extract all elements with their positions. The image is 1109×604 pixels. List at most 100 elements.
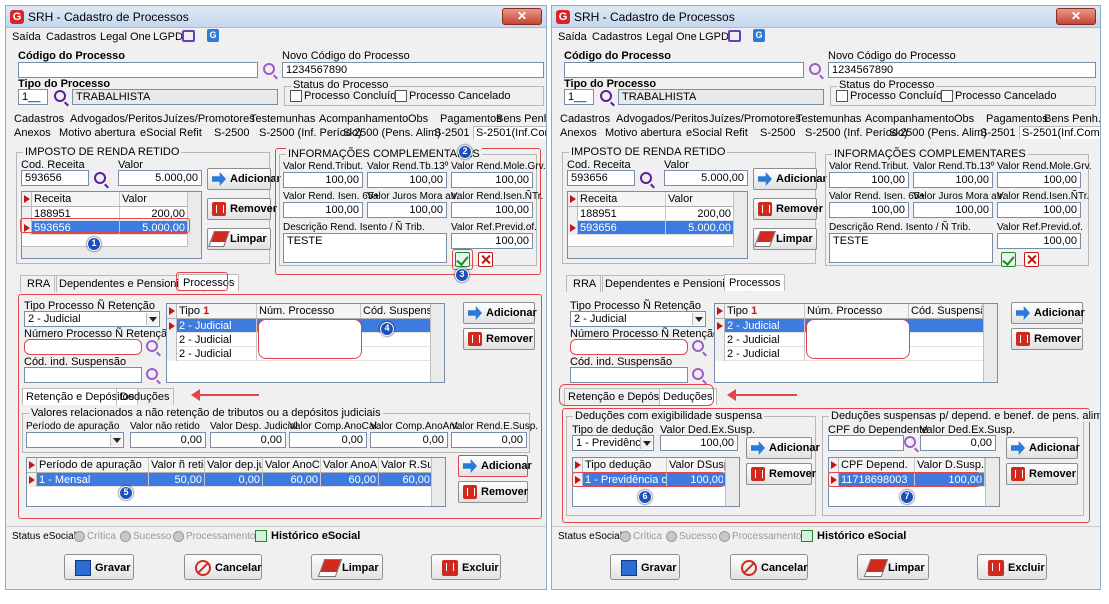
retencao-remove-button[interactable]: Remover: [458, 481, 528, 503]
tab-s2501[interactable]: S-2501: [434, 127, 469, 139]
rend-mole-input[interactable]: 100,00: [997, 172, 1081, 188]
irrf-clear-button[interactable]: Limpar: [207, 228, 271, 250]
valor-comp-anoant-input[interactable]: 0,00: [370, 432, 448, 448]
tab-motivo[interactable]: Motivo abertura: [605, 127, 681, 139]
tipo-processo-select[interactable]: 2 - Judicial: [570, 311, 706, 327]
table-row-selected[interactable]: 593656 5.000,00: [568, 221, 747, 235]
excluir-button[interactable]: Excluir: [977, 554, 1047, 580]
tab-s2500-pens[interactable]: S-2500 (Pens. Alim): [889, 127, 987, 139]
close-button[interactable]: ✕: [1056, 8, 1096, 25]
search-receita-icon[interactable]: [94, 172, 106, 184]
juros-mora-input[interactable]: 100,00: [367, 202, 447, 218]
monitor-icon[interactable]: [728, 30, 741, 42]
cancelar-button[interactable]: Cancelar: [730, 554, 808, 580]
tab-anexos[interactable]: Anexos: [14, 127, 51, 139]
tab-esocial-refit[interactable]: eSocial Refit: [686, 127, 748, 139]
limpar-button[interactable]: Limpar: [857, 554, 929, 580]
valor-desp-jud-input[interactable]: 0,00: [210, 432, 286, 448]
col-receita[interactable]: Receita: [32, 192, 120, 206]
tipo-code-input[interactable]: 1__: [18, 89, 48, 105]
tab-acompanhamento[interactable]: Acompanhamento: [865, 113, 954, 125]
ref-previd-input[interactable]: 100,00: [997, 233, 1081, 249]
inner-tab-deducoes[interactable]: Deduções: [116, 388, 174, 405]
historico-esocial-link[interactable]: Histórico eSocial: [271, 530, 360, 542]
gravar-button[interactable]: Gravar: [64, 554, 134, 580]
cpf-dependente-input[interactable]: [828, 435, 904, 451]
search-codigo-icon[interactable]: [263, 63, 275, 75]
valor-input[interactable]: 5.000,00: [664, 170, 748, 186]
codigo-input[interactable]: [564, 62, 804, 78]
menu-legal-one[interactable]: Legal One: [646, 31, 697, 43]
desc-rend-input[interactable]: TESTE: [829, 233, 993, 263]
concluido-checkbox[interactable]: [290, 90, 302, 102]
concluido-checkbox[interactable]: [836, 90, 848, 102]
search-tipo-icon[interactable]: [600, 90, 612, 102]
search-cpf-icon[interactable]: [904, 436, 916, 448]
processos-remove-button[interactable]: Remover: [463, 328, 535, 350]
close-button[interactable]: ✕: [502, 8, 542, 25]
deducoes-add-button[interactable]: Adicionar: [746, 437, 820, 459]
grid-hscrollbar[interactable]: [22, 246, 188, 258]
table-row-selected[interactable]: 1 - Mensal 50,00 0,00 60,00 60,00 60,00: [27, 473, 445, 487]
menu-cadastros[interactable]: Cadastros: [46, 31, 96, 43]
search-numero-icon[interactable]: [146, 340, 158, 352]
search-receita-icon[interactable]: [640, 172, 652, 184]
periodo-apuracao-select[interactable]: [26, 432, 124, 448]
cancel-icon[interactable]: [1024, 252, 1039, 267]
cancel-icon[interactable]: [478, 252, 493, 267]
grid-scrollbar[interactable]: [733, 192, 747, 258]
cod-suspensao-input[interactable]: [570, 367, 688, 383]
rend-isen65-input[interactable]: 100,00: [829, 202, 909, 218]
processos-remove-button[interactable]: Remover: [1011, 328, 1083, 350]
juros-mora-input[interactable]: 100,00: [913, 202, 993, 218]
cancelado-checkbox[interactable]: [941, 90, 953, 102]
tab-testemunhas[interactable]: Testemunhas: [796, 113, 861, 125]
tab-anexos[interactable]: Anexos: [560, 127, 597, 139]
novo-codigo-input[interactable]: 1234567890: [828, 62, 1096, 78]
tab-esocial-refit[interactable]: eSocial Refit: [140, 127, 202, 139]
menu-saida[interactable]: Saída: [558, 31, 587, 43]
grid-scrollbar[interactable]: [983, 304, 997, 382]
grid-scrollbar[interactable]: [431, 458, 445, 506]
g-app-icon[interactable]: G: [207, 29, 219, 42]
menu-legal-one[interactable]: Legal One: [100, 31, 151, 43]
processos-add-button[interactable]: Adicionar: [1011, 302, 1085, 324]
tab-juizes[interactable]: Juízes/Promotores: [709, 113, 801, 125]
limpar-button[interactable]: Limpar: [311, 554, 383, 580]
tab-testemunhas[interactable]: Testemunhas: [250, 113, 315, 125]
confirm-icon[interactable]: [1001, 252, 1016, 267]
excluir-button[interactable]: Excluir: [431, 554, 501, 580]
rend-13-input[interactable]: 100,00: [913, 172, 993, 188]
irrf-add-button[interactable]: Adicionar: [753, 168, 827, 190]
grid-scrollbar[interactable]: [725, 458, 739, 506]
cod-receita-input[interactable]: 593656: [567, 170, 635, 186]
g-app-icon[interactable]: G: [753, 29, 765, 42]
subtab-rra[interactable]: RRA: [566, 275, 604, 292]
grid-hscrollbar[interactable]: [568, 246, 734, 258]
tab-pagamentos[interactable]: Pagamentos: [440, 113, 502, 125]
irrf-remove-button[interactable]: Remover: [753, 198, 823, 220]
tab-bens-penh[interactable]: Bens Penh.: [1044, 113, 1100, 125]
valor-nao-retido-input[interactable]: 0,00: [130, 432, 206, 448]
tab-s2500-pens[interactable]: S-2500 (Pens. Alim): [343, 127, 441, 139]
tipo-processo-select[interactable]: 2 - Judicial: [24, 311, 160, 327]
search-suspensao-icon[interactable]: [146, 368, 158, 380]
irrf-clear-button[interactable]: Limpar: [753, 228, 817, 250]
tab-s2501-compl[interactable]: S-2501(Inf.Compl): [473, 126, 546, 139]
search-numero-icon[interactable]: [692, 340, 704, 352]
tab-s2500[interactable]: S-2500: [214, 127, 249, 139]
desc-rend-input[interactable]: TESTE: [283, 233, 447, 263]
tab-obs[interactable]: Obs: [408, 113, 428, 125]
subtab-rra[interactable]: RRA: [20, 275, 58, 292]
cod-suspensao-input[interactable]: [24, 367, 142, 383]
cancelado-checkbox[interactable]: [395, 90, 407, 102]
col-tipo[interactable]: Tipo 1: [177, 304, 257, 318]
valor-comp-anocal-input[interactable]: 0,00: [289, 432, 367, 448]
tipo-code-input[interactable]: 1__: [564, 89, 594, 105]
cod-receita-input[interactable]: 593656: [21, 170, 89, 186]
valor-ded2-input[interactable]: 0,00: [920, 435, 996, 451]
table-row[interactable]: 188951 200,00: [568, 207, 747, 221]
subtab-processos[interactable]: Processos: [724, 274, 786, 291]
menu-saida[interactable]: Saída: [12, 31, 41, 43]
rend-13-input[interactable]: 100,00: [367, 172, 447, 188]
